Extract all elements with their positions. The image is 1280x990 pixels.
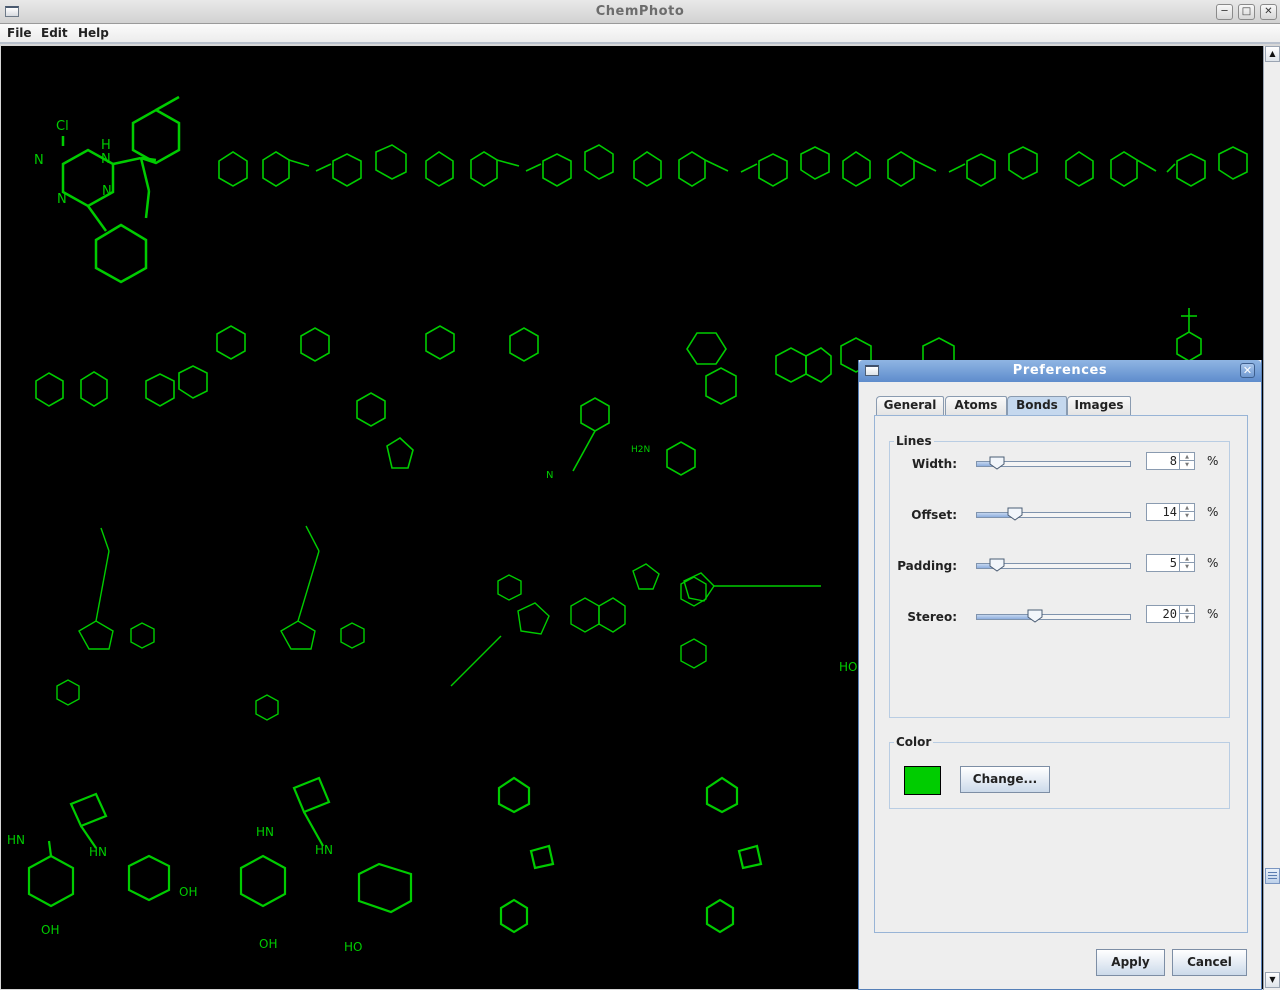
menu-help[interactable]: Help bbox=[78, 26, 109, 40]
color-swatch bbox=[904, 766, 941, 795]
spinner-up-icon[interactable]: ▲ bbox=[1179, 606, 1194, 614]
stereo-value[interactable]: 20 bbox=[1163, 607, 1177, 621]
svg-text:OH: OH bbox=[259, 937, 277, 951]
cancel-button[interactable]: Cancel bbox=[1172, 949, 1247, 976]
lines-group-label: Lines bbox=[894, 434, 934, 448]
color-group-label: Color bbox=[894, 735, 934, 749]
padding-slider[interactable] bbox=[976, 558, 1131, 572]
spinner-down-icon[interactable]: ▼ bbox=[1179, 614, 1194, 622]
apply-button[interactable]: Apply bbox=[1096, 949, 1165, 976]
scrollbar-thumb[interactable] bbox=[1265, 868, 1280, 884]
width-label: Width: bbox=[911, 457, 957, 471]
slider-knob[interactable] bbox=[989, 456, 1005, 470]
slider-knob[interactable] bbox=[1027, 609, 1043, 623]
menu-edit[interactable]: Edit bbox=[41, 26, 68, 40]
width-slider[interactable] bbox=[976, 456, 1131, 470]
slider-knob[interactable] bbox=[1007, 507, 1023, 521]
bonds-tab-panel: Lines Width: 8 ▲ ▼ % Offset: 14 ▲ ▼ % Pa… bbox=[874, 415, 1248, 933]
molecule-1-labels: ClNNHNN bbox=[34, 119, 112, 207]
svg-text:N: N bbox=[546, 470, 553, 481]
molecule-row3[interactable] bbox=[56, 525, 821, 721]
width-unit: % bbox=[1207, 454, 1219, 468]
svg-text:OH: OH bbox=[41, 923, 59, 937]
scroll-up-button[interactable]: ▲ bbox=[1265, 46, 1280, 62]
svg-text:HN: HN bbox=[256, 825, 274, 839]
close-icon: ✕ bbox=[1264, 6, 1273, 17]
spinner-down-icon[interactable]: ▼ bbox=[1179, 563, 1194, 571]
dialog-title: Preferences bbox=[1012, 363, 1108, 378]
lines-group: Lines bbox=[889, 434, 1230, 718]
stereo-label: Stereo: bbox=[907, 610, 957, 624]
svg-text:N: N bbox=[34, 153, 44, 168]
spinner-up-icon[interactable]: ▲ bbox=[1179, 504, 1194, 512]
minimize-button[interactable]: ─ bbox=[1216, 4, 1233, 20]
padding-unit: % bbox=[1207, 556, 1219, 570]
svg-text:HO: HO bbox=[839, 660, 857, 674]
offset-spinner[interactable]: 14 ▲ ▼ bbox=[1146, 503, 1195, 521]
offset-slider[interactable] bbox=[976, 507, 1131, 521]
dialog-titlebar[interactable]: Preferences ✕ bbox=[859, 360, 1261, 382]
molecule-row2[interactable] bbox=[35, 325, 832, 476]
spinner-up-icon[interactable]: ▲ bbox=[1179, 555, 1194, 563]
offset-value[interactable]: 14 bbox=[1163, 505, 1177, 519]
minimize-icon: ─ bbox=[1221, 6, 1228, 17]
svg-text:N: N bbox=[57, 192, 67, 207]
offset-label: Offset: bbox=[911, 508, 957, 522]
preferences-dialog: Preferences ✕ General Atoms Bonds Images… bbox=[858, 360, 1262, 990]
canvas-vertical-scrollbar[interactable]: ▲ ▼ bbox=[1263, 46, 1280, 990]
window-title: ChemPhoto bbox=[595, 4, 685, 19]
maximize-icon: □ bbox=[1241, 6, 1252, 17]
window-titlebar: ChemPhoto ─ □ ✕ bbox=[0, 0, 1280, 24]
offset-unit: % bbox=[1207, 505, 1219, 519]
molecule-labels: HO OH OH HN HN OH HO HN HN H2N N bbox=[7, 445, 857, 954]
svg-text:N: N bbox=[101, 152, 111, 167]
tab-general[interactable]: General bbox=[876, 396, 944, 415]
svg-text:HO: HO bbox=[344, 940, 362, 954]
close-icon: ✕ bbox=[1242, 364, 1253, 377]
arrow-up-icon: ▲ bbox=[1269, 49, 1276, 58]
spinner-up-icon[interactable]: ▲ bbox=[1179, 453, 1194, 461]
svg-text:OH: OH bbox=[179, 885, 197, 899]
stereo-slider[interactable] bbox=[976, 609, 1131, 623]
menubar: File Edit Help bbox=[0, 24, 1280, 44]
svg-text:N: N bbox=[102, 184, 112, 199]
menu-file[interactable]: File bbox=[7, 26, 32, 40]
molecule-row4[interactable] bbox=[27, 776, 763, 934]
padding-label: Padding: bbox=[897, 559, 957, 573]
change-color-button[interactable]: Change... bbox=[960, 766, 1050, 793]
molecule-1[interactable] bbox=[61, 95, 181, 284]
dialog-close-button[interactable]: ✕ bbox=[1240, 363, 1255, 378]
svg-text:Cl: Cl bbox=[56, 119, 69, 134]
svg-text:HN: HN bbox=[315, 843, 333, 857]
scroll-down-button[interactable]: ▼ bbox=[1265, 972, 1280, 988]
tab-atoms[interactable]: Atoms bbox=[945, 396, 1007, 415]
tab-bonds[interactable]: Bonds bbox=[1007, 396, 1067, 415]
tab-images[interactable]: Images bbox=[1067, 396, 1131, 415]
stereo-unit: % bbox=[1207, 607, 1219, 621]
svg-text:HN: HN bbox=[89, 845, 107, 859]
svg-text:H2N: H2N bbox=[631, 445, 650, 455]
molecule-row1[interactable] bbox=[218, 144, 1248, 187]
padding-spinner[interactable]: 5 ▲ ▼ bbox=[1146, 554, 1195, 572]
spinner-down-icon[interactable]: ▼ bbox=[1179, 461, 1194, 469]
spinner-down-icon[interactable]: ▼ bbox=[1179, 512, 1194, 520]
width-spinner[interactable]: 8 ▲ ▼ bbox=[1146, 452, 1195, 470]
padding-value[interactable]: 5 bbox=[1170, 556, 1177, 570]
width-value[interactable]: 8 bbox=[1170, 454, 1177, 468]
arrow-down-icon: ▼ bbox=[1269, 975, 1276, 984]
svg-text:H: H bbox=[101, 138, 111, 153]
slider-knob[interactable] bbox=[989, 558, 1005, 572]
stereo-spinner[interactable]: 20 ▲ ▼ bbox=[1146, 605, 1195, 623]
maximize-button[interactable]: □ bbox=[1238, 4, 1255, 20]
close-button[interactable]: ✕ bbox=[1260, 4, 1277, 20]
svg-text:HN: HN bbox=[7, 833, 25, 847]
